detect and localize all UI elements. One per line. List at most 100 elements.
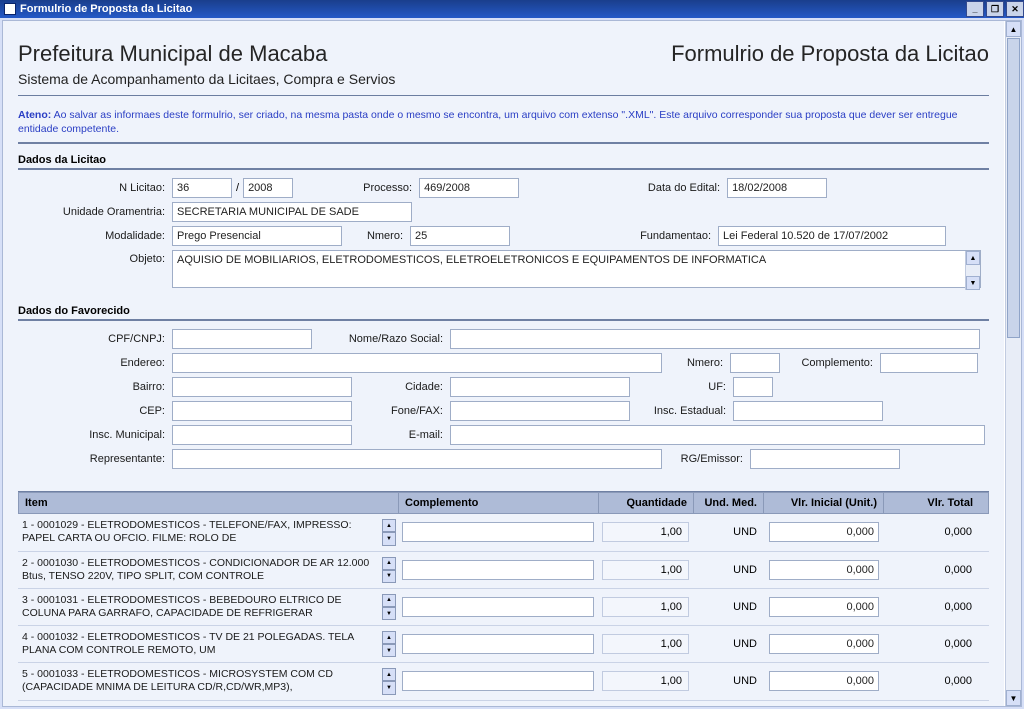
item-text: 2 - 0001030 - ELETRODOMESTICOS - CONDICI… [22,557,380,583]
item-spinner[interactable]: ▲▼ [382,557,396,583]
scroll-thumb[interactable] [1007,38,1020,338]
label-unidade: Unidade Oramentria: [18,206,168,218]
field-nmero[interactable] [410,226,510,246]
field-fundamentao[interactable] [718,226,946,246]
value-quantidade: 1,00 [602,560,689,580]
section-favorecido-title: Dados do Favorecido [18,305,989,321]
field-fonefax[interactable] [450,401,630,421]
field-insc-municipal[interactable] [172,425,352,445]
item-spinner[interactable]: ▲▼ [382,631,396,657]
label-rg-emissor: RG/Emissor: [666,453,746,465]
item-text: 4 - 0001032 - ELETRODOMESTICOS - TV DE 2… [22,631,380,657]
cell-complemento [398,629,598,659]
label-insc-estadual: Insc. Estadual: [634,405,729,417]
label-nome: Nome/Razo Social: [316,333,446,345]
spin-up-icon[interactable]: ▲ [382,557,396,570]
field-cep[interactable] [172,401,352,421]
label-n-licitao: N Licitao: [18,182,168,194]
field-uf[interactable] [733,377,773,397]
field-n-licitao-year[interactable] [243,178,293,198]
cell-vlr-total: 0,000 [883,555,978,585]
spin-up-icon[interactable]: ▲ [382,594,396,607]
cell-vlr-total: 0,000 [883,517,978,547]
item-text: 3 - 0001031 - ELETRODOMESTICOS - BEBEDOU… [22,594,380,620]
field-data-edital[interactable] [727,178,827,198]
field-cpf-cnpj[interactable] [172,329,312,349]
restore-button[interactable]: ❐ [986,1,1004,17]
cell-item: 2 - 0001030 - ELETRODOMESTICOS - CONDICI… [18,555,398,585]
field-modalidade[interactable] [172,226,342,246]
cell-und: UND [693,666,763,696]
field-complemento-row[interactable] [402,671,594,691]
item-spinner[interactable]: ▲▼ [382,519,396,545]
field-vlr-inicial[interactable] [769,634,879,654]
cell-item: 5 - 0001033 - ELETRODOMESTICOS - MICROSY… [18,666,398,696]
field-insc-estadual[interactable] [733,401,883,421]
field-nome[interactable] [450,329,980,349]
main-scrollbar[interactable]: ▲ ▼ [1005,21,1021,706]
spin-up-icon[interactable]: ▲ [382,519,396,532]
cell-item: 3 - 0001031 - ELETRODOMESTICOS - BEBEDOU… [18,592,398,622]
cell-und: UND [693,592,763,622]
field-complemento-row[interactable] [402,634,594,654]
spin-down-icon[interactable]: ▼ [382,681,396,694]
spin-down-icon[interactable]: ▼ [382,607,396,620]
field-endereco[interactable] [172,353,662,373]
spin-down-icon[interactable]: ▼ [382,532,396,545]
field-vlr-inicial[interactable] [769,560,879,580]
cell-item: 4 - 0001032 - ELETRODOMESTICOS - TV DE 2… [18,629,398,659]
field-representante[interactable] [172,449,662,469]
scroll-up-icon[interactable]: ▲ [966,251,980,265]
spin-down-icon[interactable]: ▼ [382,644,396,657]
col-vlr-inicial: Vlr. Inicial (Unit.) [764,493,884,513]
items-grid: Item Complemento Quantidade Und. Med. Vl… [18,491,989,706]
field-processo[interactable] [419,178,519,198]
label-data-edital: Data do Edital: [523,182,723,194]
field-rg-emissor[interactable] [750,449,900,469]
spin-down-icon[interactable]: ▼ [382,570,396,583]
col-item: Item [19,493,399,513]
cell-quantidade: 1,00 [598,517,693,547]
table-row: 3 - 0001031 - ELETRODOMESTICOS - BEBEDOU… [18,589,989,626]
scroll-down-icon[interactable]: ▼ [1006,690,1021,706]
field-numero[interactable] [730,353,780,373]
label-cidade: Cidade: [356,381,446,393]
field-vlr-inicial[interactable] [769,671,879,691]
scroll-up-icon[interactable]: ▲ [1006,21,1021,37]
close-button[interactable]: ✕ [1006,1,1024,17]
cell-vlr-total: 0,000 [883,629,978,659]
minimize-button[interactable]: _ [966,1,984,17]
cell-und [693,704,763,706]
header-subtitle: Sistema de Acompanhamento da Licitaes, C… [18,71,989,96]
spin-up-icon[interactable]: ▲ [382,631,396,644]
cell-vlr-total: 0,000 [883,592,978,622]
licitao-block: N Licitao: / Processo: Data do Edital: U… [18,176,989,305]
field-complemento-row[interactable] [402,560,594,580]
field-vlr-inicial[interactable] [769,597,879,617]
field-unidade[interactable] [172,202,412,222]
field-vlr-inicial[interactable] [769,522,879,542]
table-row: 1 - 0001029 - ELETRODOMESTICOS - TELEFON… [18,514,989,551]
table-row: 2 - 0001030 - ELETRODOMESTICOS - CONDICI… [18,552,989,589]
field-complemento[interactable] [880,353,978,373]
field-complemento-row[interactable] [402,522,594,542]
header-left: Prefeitura Municipal de Macaba [18,41,327,67]
item-spinner[interactable]: ▲▼ [382,668,396,694]
cell-vlr-total [883,704,978,706]
scroll-down-icon[interactable]: ▼ [966,276,980,290]
cell-vlr-inicial [763,555,883,585]
item-spinner[interactable]: ▲▼ [382,594,396,620]
field-objeto[interactable] [172,250,981,288]
label-insc-municipal: Insc. Municipal: [18,429,168,441]
field-n-licitao-num[interactable] [172,178,232,198]
field-cidade[interactable] [450,377,630,397]
value-quantidade: 1,00 [602,597,689,617]
cell-quantidade: 1,00 [598,629,693,659]
cell-und: UND [693,555,763,585]
field-bairro[interactable] [172,377,352,397]
cell-und: UND [693,629,763,659]
field-complemento-row[interactable] [402,597,594,617]
objeto-scrollbar[interactable]: ▲ ▼ [965,251,980,290]
field-email[interactable] [450,425,985,445]
spin-up-icon[interactable]: ▲ [382,668,396,681]
